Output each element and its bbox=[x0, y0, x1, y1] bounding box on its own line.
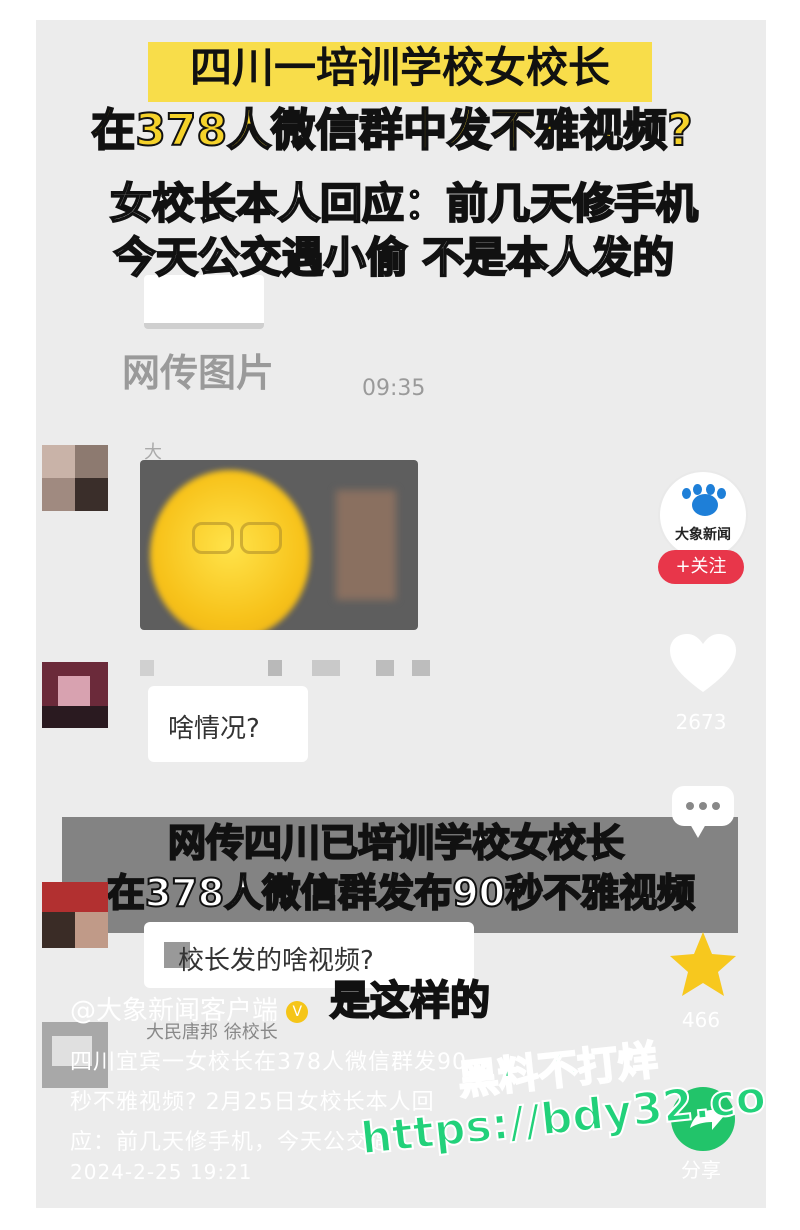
heart-icon bbox=[670, 634, 736, 692]
message-text: 啥情况? bbox=[168, 714, 260, 744]
account-logo-text: 大象新闻 bbox=[675, 527, 731, 543]
avatar[interactable] bbox=[42, 445, 108, 511]
author-name[interactable]: @大象新闻客户端 bbox=[70, 996, 278, 1026]
title-line-2: 在378人微信群中发不雅视频? bbox=[90, 104, 693, 156]
share-label: 分享 bbox=[681, 1158, 721, 1182]
avatar[interactable] bbox=[42, 662, 108, 728]
banner-line-2: 在378人微信群发布90秒不雅视频 bbox=[106, 870, 696, 915]
subtitle-line-1: 女校长本人回应：前几天修手机 bbox=[109, 178, 699, 229]
comment-button[interactable] bbox=[670, 784, 736, 840]
star-icon bbox=[670, 932, 736, 996]
redacted-name-blocks bbox=[140, 660, 440, 678]
like-button[interactable] bbox=[668, 632, 738, 702]
follow-button[interactable]: +关注 bbox=[658, 550, 744, 584]
favorite-button[interactable] bbox=[668, 930, 738, 1000]
previous-message-card bbox=[144, 275, 264, 329]
video-frame[interactable]: 网传图片 09:35 大 啥情况? 网传四川已培训学校女校长 在378人微信群发… bbox=[36, 20, 766, 1208]
favorite-count: 466 bbox=[681, 1008, 721, 1032]
image-label: 网传图片 bbox=[122, 351, 275, 395]
blurred-image-message[interactable] bbox=[140, 460, 418, 630]
message-text: 校长发的啥视频? bbox=[178, 946, 374, 976]
avatar[interactable] bbox=[42, 882, 108, 948]
paw-logo-icon bbox=[682, 484, 726, 516]
account-avatar[interactable]: 大象新闻 bbox=[658, 470, 748, 560]
comment-icon bbox=[672, 786, 734, 838]
banner-line-1: 网传四川已培训学校女校长 bbox=[167, 820, 625, 865]
verified-badge: V bbox=[286, 1000, 309, 1023]
post-description-line-1: 四川宜宾一女校长在378人微信群发90 bbox=[70, 1050, 467, 1075]
title-line-1: 四川一培训学校女校长 bbox=[189, 43, 610, 92]
speech-subtitle: 是这样的 bbox=[329, 977, 491, 1025]
chat-timestamp: 09:35 bbox=[362, 376, 426, 401]
like-count: 2673 bbox=[675, 710, 727, 734]
post-author[interactable]: @大象新闻客户端 V bbox=[70, 990, 309, 1027]
post-description-line-3: 应：前几天修手机，今天公交遇 bbox=[70, 1130, 393, 1155]
message-bubble[interactable]: 啥情况? bbox=[148, 686, 308, 762]
subtitle-line-2: 今天公交遇小偷 不是本人发的 bbox=[113, 232, 676, 283]
post-date: 2024-2-25 19:21 bbox=[70, 1160, 253, 1184]
